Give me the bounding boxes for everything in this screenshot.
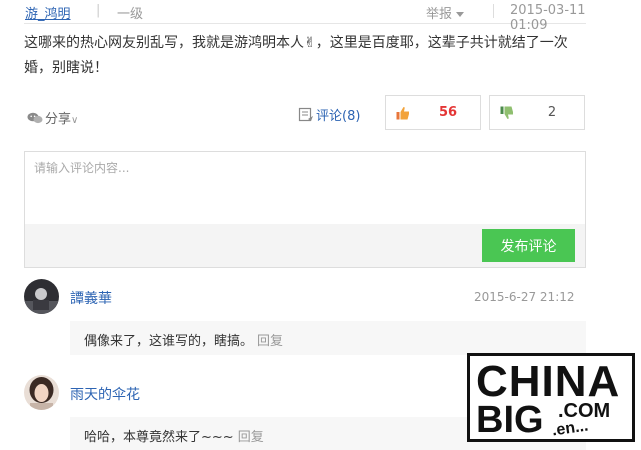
post-timestamp: 2015-03-11 01:09 — [510, 3, 586, 33]
user-level: 一级 — [117, 7, 144, 22]
downvote-button[interactable]: 2 — [489, 95, 585, 130]
watermark-en: .en... — [550, 417, 590, 440]
avatar-image — [24, 375, 59, 410]
post-actions: 分享∨ 评论(8) 56 2 — [24, 95, 586, 131]
reply-content: 哈哈，本尊竟然来了~~~ 回复 — [84, 426, 264, 445]
header-separator: | — [96, 3, 101, 18]
caret-down-icon — [456, 12, 465, 17]
reply-link[interactable]: 回复 — [238, 430, 264, 445]
reply-bubble: 偶像来了，这谁写的，瞎搞。 回复 — [70, 321, 586, 355]
post-header: 游_鸿明 | 一级 举报 2015-03-11 01:09 — [24, 0, 586, 33]
share-label: 分享 — [45, 112, 72, 127]
upvote-count: 56 — [438, 105, 458, 120]
watermark-line2: BIG — [476, 399, 544, 441]
reply-text: 哈哈，本尊竟然来了~~~ — [84, 430, 234, 445]
avatar[interactable] — [24, 279, 59, 314]
reply-author[interactable]: 譚義華 — [70, 288, 112, 308]
wechat-bubble-icon — [27, 112, 43, 124]
share-button[interactable]: 分享∨ — [27, 108, 78, 127]
reply-link[interactable]: 回复 — [257, 334, 283, 349]
watermark-line1: CHINA — [476, 357, 621, 406]
thumbs-down-icon — [500, 106, 513, 119]
thumbs-up-icon — [396, 107, 409, 120]
avatar-image — [24, 279, 59, 314]
comment-toggle[interactable]: 评论(8) — [298, 105, 360, 124]
comment-input[interactable] — [25, 152, 585, 224]
reply-time: 2015-6-27 21:12 — [474, 290, 575, 304]
reply-author[interactable]: 雨天的伞花 — [70, 384, 140, 404]
downvote-count: 2 — [547, 105, 557, 120]
comment-form: 发布评论 — [24, 151, 586, 268]
submit-comment-button[interactable]: 发布评论 — [482, 229, 575, 262]
chevron-down-icon: ∨ — [71, 115, 79, 126]
report-label: 举报 — [426, 7, 453, 22]
comment-page-icon — [298, 107, 313, 122]
reply-text: 偶像来了，这谁写的，瞎搞。 — [84, 334, 254, 349]
report-button[interactable]: 举报 — [426, 3, 465, 22]
comment-label: 评论(8) — [316, 109, 361, 124]
upvote-button[interactable]: 56 — [385, 95, 481, 130]
watermark-logo: CHINA BIG .COM .en... — [467, 353, 635, 442]
header-divider — [493, 4, 494, 18]
post-username[interactable]: 游_鸿明 — [25, 3, 71, 22]
reply-content: 偶像来了，这谁写的，瞎搞。 回复 — [84, 330, 283, 349]
post-body: 这哪来的热心网友别乱写，我就是游鸿明本人✌，这里是百度耶，这辈子共计就结了一次婚… — [24, 35, 568, 76]
avatar[interactable] — [24, 375, 59, 410]
